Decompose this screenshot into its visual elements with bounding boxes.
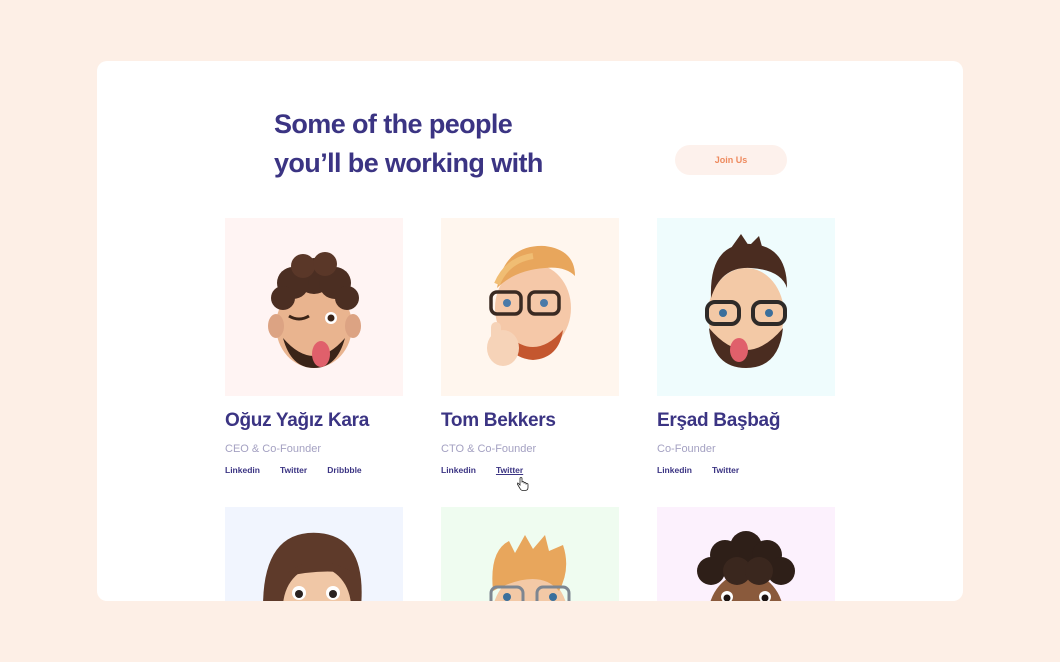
memoji-avatar-icon <box>225 218 403 396</box>
team-member-card <box>441 507 619 601</box>
page-title-line-2: you’ll be working with <box>274 148 543 178</box>
team-member-card <box>657 507 835 601</box>
page-title-line-1: Some of the people <box>274 109 513 139</box>
member-role: CEO & Co-Founder <box>225 443 321 455</box>
member-name: Tom Bekkers <box>441 410 556 431</box>
linkedin-link[interactable]: Linkedin <box>657 465 692 475</box>
member-role: CTO & Co-Founder <box>441 443 537 455</box>
member-photo <box>657 507 835 601</box>
twitter-link[interactable]: Twitter <box>712 465 739 475</box>
team-member-card: Erşad Başbağ Co-Founder Linkedin Twitter <box>657 218 835 475</box>
team-member-card <box>225 507 403 601</box>
memoji-avatar-icon <box>225 507 403 601</box>
member-links: Linkedin Twitter <box>441 465 619 475</box>
twitter-link[interactable]: Twitter <box>280 465 307 475</box>
member-links: Linkedin Twitter Dribbble <box>225 465 403 475</box>
member-name: Oğuz Yağız Kara <box>225 410 370 431</box>
twitter-link[interactable]: Twitter <box>496 465 523 475</box>
memoji-avatar-icon <box>657 218 835 396</box>
linkedin-link[interactable]: Linkedin <box>441 465 476 475</box>
member-photo <box>225 507 403 601</box>
member-photo <box>225 218 403 396</box>
dribbble-link[interactable]: Dribbble <box>327 465 361 475</box>
page-title: Some of the people you’ll be working wit… <box>274 105 543 183</box>
memoji-avatar-icon <box>441 218 619 396</box>
team-card: Some of the people you’ll be working wit… <box>97 61 963 601</box>
member-photo <box>441 507 619 601</box>
team-member-card: Oğuz Yağız Kara CEO & Co-Founder Linkedi… <box>225 218 403 475</box>
linkedin-link[interactable]: Linkedin <box>225 465 260 475</box>
member-links: Linkedin Twitter <box>657 465 835 475</box>
hand-pointer-icon <box>517 477 529 491</box>
member-photo <box>441 218 619 396</box>
team-member-card: Tom Bekkers CTO & Co-Founder Linkedin Tw… <box>441 218 619 475</box>
member-photo <box>657 218 835 396</box>
join-us-button[interactable]: Join Us <box>675 145 787 175</box>
memoji-avatar-icon <box>441 507 619 601</box>
member-name: Erşad Başbağ <box>657 410 781 431</box>
member-role: Co-Founder <box>657 443 716 455</box>
memoji-avatar-icon <box>657 507 835 601</box>
